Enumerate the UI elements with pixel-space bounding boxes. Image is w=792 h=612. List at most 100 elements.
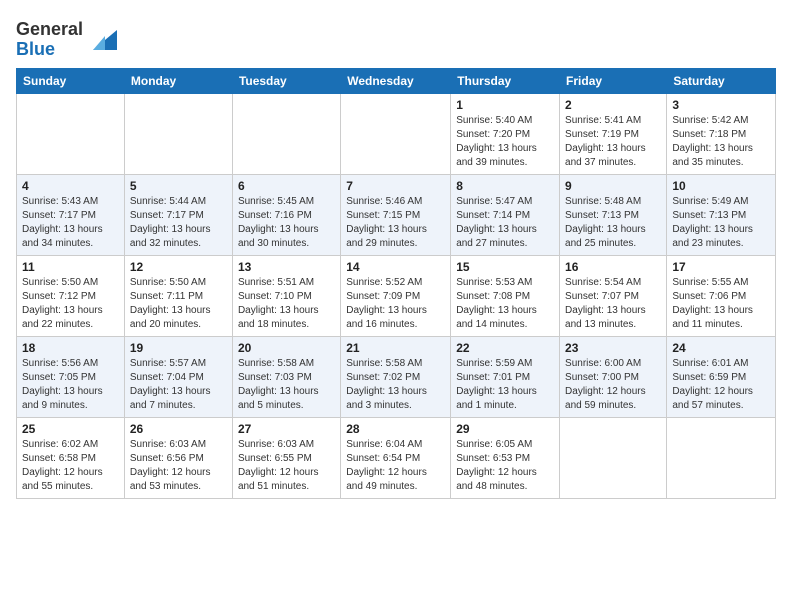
logo-icon bbox=[85, 26, 117, 54]
calendar-cell: 8 Sunrise: 5:47 AM Sunset: 7:14 PM Daylig… bbox=[451, 174, 560, 255]
day-info: Sunrise: 5:50 AM Sunset: 7:12 PM Dayligh… bbox=[22, 276, 119, 332]
weekday-header-tuesday: Tuesday bbox=[232, 68, 340, 93]
day-info: Sunrise: 5:46 AM Sunset: 7:15 PM Dayligh… bbox=[346, 195, 445, 251]
calendar-cell: 27 Sunrise: 6:03 AM Sunset: 6:55 PM Dayli… bbox=[232, 417, 340, 498]
day-info: Sunrise: 5:58 AM Sunset: 7:02 PM Dayligh… bbox=[346, 357, 445, 413]
calendar-cell: 12 Sunrise: 5:50 AM Sunset: 7:11 PM Dayli… bbox=[124, 255, 232, 336]
calendar-week-row: 1Sunrise: 5:40 AM Sunset: 7:20 PM Daylig… bbox=[17, 93, 776, 174]
calendar-week-row: 4 Sunrise: 5:43 AM Sunset: 7:17 PM Daylig… bbox=[17, 174, 776, 255]
day-info: Sunrise: 5:51 AM Sunset: 7:10 PM Dayligh… bbox=[238, 276, 335, 332]
day-info: Sunrise: 5:42 AM Sunset: 7:18 PM Dayligh… bbox=[672, 114, 770, 170]
day-number: 24 bbox=[672, 341, 770, 355]
calendar-table: SundayMondayTuesdayWednesdayThursdayFrid… bbox=[16, 68, 776, 499]
day-number: 29 bbox=[456, 422, 554, 436]
day-info: Sunrise: 5:41 AM Sunset: 7:19 PM Dayligh… bbox=[565, 114, 661, 170]
day-number: 5 bbox=[130, 179, 227, 193]
day-number: 17 bbox=[672, 260, 770, 274]
calendar-cell: 21 Sunrise: 5:58 AM Sunset: 7:02 PM Dayli… bbox=[341, 336, 451, 417]
day-info: Sunrise: 6:03 AM Sunset: 6:56 PM Dayligh… bbox=[130, 438, 227, 494]
day-number: 6 bbox=[238, 179, 335, 193]
calendar-cell: 2 Sunrise: 5:41 AM Sunset: 7:19 PM Daylig… bbox=[560, 93, 667, 174]
day-info: Sunrise: 5:57 AM Sunset: 7:04 PM Dayligh… bbox=[130, 357, 227, 413]
day-number: 25 bbox=[22, 422, 119, 436]
day-info: Sunrise: 5:54 AM Sunset: 7:07 PM Dayligh… bbox=[565, 276, 661, 332]
day-info: Sunrise: 6:01 AM Sunset: 6:59 PM Dayligh… bbox=[672, 357, 770, 413]
day-info: Sunrise: 6:05 AM Sunset: 6:53 PM Dayligh… bbox=[456, 438, 554, 494]
day-number: 13 bbox=[238, 260, 335, 274]
weekday-header-saturday: Saturday bbox=[667, 68, 776, 93]
calendar-cell: 4 Sunrise: 5:43 AM Sunset: 7:17 PM Daylig… bbox=[17, 174, 125, 255]
day-info: Sunrise: 5:44 AM Sunset: 7:17 PM Dayligh… bbox=[130, 195, 227, 251]
calendar-cell bbox=[667, 417, 776, 498]
calendar-week-row: 25 Sunrise: 6:02 AM Sunset: 6:58 PM Dayli… bbox=[17, 417, 776, 498]
day-number: 28 bbox=[346, 422, 445, 436]
calendar-cell bbox=[560, 417, 667, 498]
calendar-cell: 16 Sunrise: 5:54 AM Sunset: 7:07 PM Dayli… bbox=[560, 255, 667, 336]
calendar-cell: 5 Sunrise: 5:44 AM Sunset: 7:17 PM Daylig… bbox=[124, 174, 232, 255]
weekday-header-friday: Friday bbox=[560, 68, 667, 93]
day-info: Sunrise: 6:04 AM Sunset: 6:54 PM Dayligh… bbox=[346, 438, 445, 494]
day-number: 1 bbox=[456, 98, 554, 112]
day-number: 22 bbox=[456, 341, 554, 355]
calendar-cell: 17 Sunrise: 5:55 AM Sunset: 7:06 PM Dayli… bbox=[667, 255, 776, 336]
day-number: 12 bbox=[130, 260, 227, 274]
logo-general: General bbox=[16, 19, 83, 39]
day-number: 21 bbox=[346, 341, 445, 355]
calendar-cell: 11 Sunrise: 5:50 AM Sunset: 7:12 PM Dayli… bbox=[17, 255, 125, 336]
day-number: 7 bbox=[346, 179, 445, 193]
day-info: Sunrise: 5:49 AM Sunset: 7:13 PM Dayligh… bbox=[672, 195, 770, 251]
day-info: Sunrise: 5:45 AM Sunset: 7:16 PM Dayligh… bbox=[238, 195, 335, 251]
weekday-header-sunday: Sunday bbox=[17, 68, 125, 93]
day-info: Sunrise: 5:55 AM Sunset: 7:06 PM Dayligh… bbox=[672, 276, 770, 332]
calendar-cell: 28 Sunrise: 6:04 AM Sunset: 6:54 PM Dayli… bbox=[341, 417, 451, 498]
calendar-cell bbox=[341, 93, 451, 174]
calendar-cell: 18Sunrise: 5:56 AM Sunset: 7:05 PM Dayli… bbox=[17, 336, 125, 417]
day-info: Sunrise: 5:53 AM Sunset: 7:08 PM Dayligh… bbox=[456, 276, 554, 332]
day-number: 11 bbox=[22, 260, 119, 274]
calendar-cell: 10 Sunrise: 5:49 AM Sunset: 7:13 PM Dayli… bbox=[667, 174, 776, 255]
calendar-cell: 20 Sunrise: 5:58 AM Sunset: 7:03 PM Dayli… bbox=[232, 336, 340, 417]
day-number: 9 bbox=[565, 179, 661, 193]
calendar-cell: 26Sunrise: 6:03 AM Sunset: 6:56 PM Dayli… bbox=[124, 417, 232, 498]
calendar-week-row: 18Sunrise: 5:56 AM Sunset: 7:05 PM Dayli… bbox=[17, 336, 776, 417]
calendar-cell: 14 Sunrise: 5:52 AM Sunset: 7:09 PM Dayli… bbox=[341, 255, 451, 336]
day-number: 27 bbox=[238, 422, 335, 436]
calendar-cell: 3Sunrise: 5:42 AM Sunset: 7:18 PM Daylig… bbox=[667, 93, 776, 174]
day-info: Sunrise: 6:02 AM Sunset: 6:58 PM Dayligh… bbox=[22, 438, 119, 494]
calendar-cell: 23 Sunrise: 6:00 AM Sunset: 7:00 PM Dayli… bbox=[560, 336, 667, 417]
calendar-cell: 9 Sunrise: 5:48 AM Sunset: 7:13 PM Daylig… bbox=[560, 174, 667, 255]
logo: General Blue bbox=[16, 20, 117, 60]
day-number: 2 bbox=[565, 98, 661, 112]
day-info: Sunrise: 5:52 AM Sunset: 7:09 PM Dayligh… bbox=[346, 276, 445, 332]
day-info: Sunrise: 5:47 AM Sunset: 7:14 PM Dayligh… bbox=[456, 195, 554, 251]
day-number: 10 bbox=[672, 179, 770, 193]
calendar-cell: 6 Sunrise: 5:45 AM Sunset: 7:16 PM Daylig… bbox=[232, 174, 340, 255]
calendar-cell: 22Sunrise: 5:59 AM Sunset: 7:01 PM Dayli… bbox=[451, 336, 560, 417]
day-number: 8 bbox=[456, 179, 554, 193]
day-info: Sunrise: 6:03 AM Sunset: 6:55 PM Dayligh… bbox=[238, 438, 335, 494]
calendar-cell: 7 Sunrise: 5:46 AM Sunset: 7:15 PM Daylig… bbox=[341, 174, 451, 255]
calendar-cell: 25 Sunrise: 6:02 AM Sunset: 6:58 PM Dayli… bbox=[17, 417, 125, 498]
calendar-cell bbox=[232, 93, 340, 174]
calendar-cell: 24 Sunrise: 6:01 AM Sunset: 6:59 PM Dayli… bbox=[667, 336, 776, 417]
day-number: 16 bbox=[565, 260, 661, 274]
calendar-header-row: SundayMondayTuesdayWednesdayThursdayFrid… bbox=[17, 68, 776, 93]
day-number: 14 bbox=[346, 260, 445, 274]
day-info: Sunrise: 5:58 AM Sunset: 7:03 PM Dayligh… bbox=[238, 357, 335, 413]
day-info: Sunrise: 5:43 AM Sunset: 7:17 PM Dayligh… bbox=[22, 195, 119, 251]
weekday-header-wednesday: Wednesday bbox=[341, 68, 451, 93]
day-number: 4 bbox=[22, 179, 119, 193]
calendar-cell: 1Sunrise: 5:40 AM Sunset: 7:20 PM Daylig… bbox=[451, 93, 560, 174]
day-info: Sunrise: 5:48 AM Sunset: 7:13 PM Dayligh… bbox=[565, 195, 661, 251]
calendar-cell: 19 Sunrise: 5:57 AM Sunset: 7:04 PM Dayli… bbox=[124, 336, 232, 417]
day-number: 19 bbox=[130, 341, 227, 355]
day-info: Sunrise: 5:50 AM Sunset: 7:11 PM Dayligh… bbox=[130, 276, 227, 332]
calendar-week-row: 11 Sunrise: 5:50 AM Sunset: 7:12 PM Dayli… bbox=[17, 255, 776, 336]
day-info: Sunrise: 5:56 AM Sunset: 7:05 PM Dayligh… bbox=[22, 357, 119, 413]
day-number: 23 bbox=[565, 341, 661, 355]
weekday-header-monday: Monday bbox=[124, 68, 232, 93]
day-number: 20 bbox=[238, 341, 335, 355]
calendar-cell: 15Sunrise: 5:53 AM Sunset: 7:08 PM Dayli… bbox=[451, 255, 560, 336]
day-info: Sunrise: 6:00 AM Sunset: 7:00 PM Dayligh… bbox=[565, 357, 661, 413]
calendar-cell: 29 Sunrise: 6:05 AM Sunset: 6:53 PM Dayli… bbox=[451, 417, 560, 498]
